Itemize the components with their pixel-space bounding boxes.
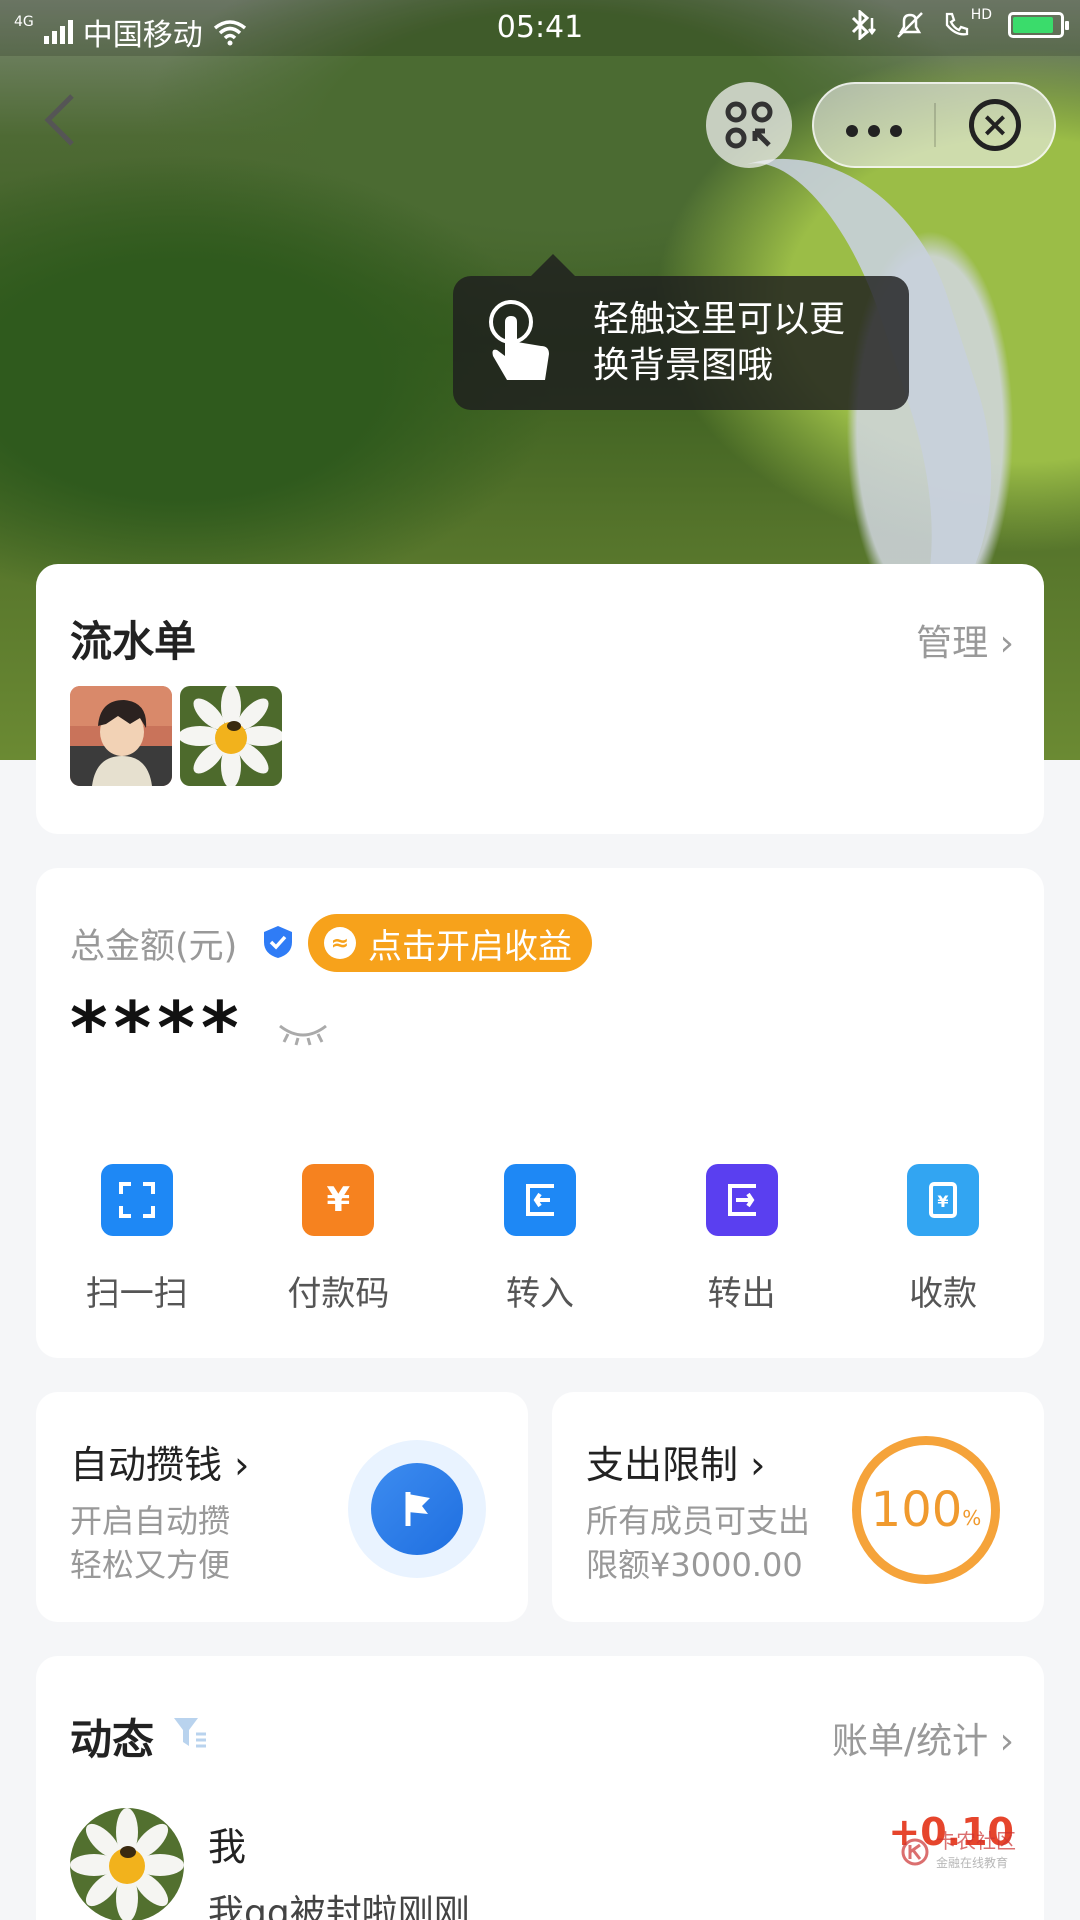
activity-title: 动态 (70, 1715, 155, 1764)
watermark: 卡农社区 金融在线教育 (900, 1830, 1016, 1874)
action-label: 转入 (505, 1274, 574, 1314)
masked-balance: **** (70, 986, 245, 1070)
limit-percent-value: 100 (870, 1482, 963, 1538)
auto-save-card[interactable]: 自动攒钱 › 开启自动攒 轻松又方便 (36, 1392, 528, 1622)
scan-icon (100, 1164, 173, 1236)
more-button[interactable] (814, 102, 934, 148)
action-transfer-out[interactable]: 转出 (641, 1164, 843, 1315)
spend-limit-card[interactable]: 支出限制 › 所有成员可支出 限额¥3000.00 100% (552, 1392, 1044, 1622)
transfer-in-icon (503, 1164, 576, 1236)
flow-card: 流水单 管理 › (36, 564, 1044, 834)
enable-earnings-button[interactable]: ≈ 点击开启收益 (308, 914, 592, 972)
tap-hand-icon (489, 300, 549, 380)
action-pay-code[interactable]: ¥ 付款码 (238, 1164, 440, 1315)
status-bar: 4G 中国移动 05:41 HD (0, 0, 1080, 56)
transfer-out-icon (705, 1164, 778, 1236)
action-label: 付款码 (287, 1274, 390, 1314)
hd-call-icon (945, 12, 968, 36)
mini-program-capsule: × (812, 82, 1056, 168)
close-circle-icon: × (968, 99, 1021, 151)
spend-limit-desc-2: 限额¥3000.00 (586, 1546, 803, 1584)
spend-limit-desc-1: 所有成员可支出 (586, 1502, 811, 1540)
auto-save-title: 自动攒钱 › (70, 1443, 250, 1487)
flow-title: 流水单 (70, 617, 197, 666)
manage-link[interactable]: 管理 › (916, 614, 1014, 666)
shield-check-icon (264, 926, 292, 958)
filter-icon[interactable] (172, 1714, 208, 1750)
chevron-left-icon (44, 94, 74, 146)
member-avatar-daisy[interactable] (180, 686, 282, 786)
enable-earnings-label: 点击开启收益 (368, 926, 572, 967)
action-label: 收款 (909, 1274, 978, 1314)
limit-percent-ring: 100% (852, 1436, 1000, 1584)
auto-save-desc-2: 轻松又方便 (70, 1546, 231, 1584)
activity-card: 动态 账单/统计 › 我 我qq被封啦刚刚 +0.10 (36, 1656, 1044, 1920)
bluetooth-icon (851, 10, 876, 40)
watermark-title: 卡农社区 (936, 1829, 1016, 1853)
coin-icon: ≈ (324, 927, 356, 959)
action-scan[interactable]: 扫一扫 (36, 1164, 238, 1315)
member-avatar-boy[interactable] (70, 686, 172, 786)
receive-icon: ¥ (907, 1164, 980, 1236)
flag-icon (348, 1440, 486, 1578)
svg-text:¥: ¥ (938, 1192, 949, 1211)
mute-bell-icon (896, 12, 923, 38)
activity-member-name: 我 (208, 1825, 247, 1869)
activity-avatar[interactable] (70, 1808, 184, 1920)
tooltip-text: 轻触这里可以更换背景图哦 (593, 299, 846, 386)
more-dots-icon (846, 125, 902, 137)
qr-scan-icon (725, 101, 773, 149)
back-button[interactable] (40, 90, 90, 160)
auto-save-desc-1: 开启自动攒 (70, 1502, 231, 1540)
hd-label: HD (970, 7, 992, 23)
yuan-card-icon: ¥ (302, 1164, 375, 1236)
action-label: 转出 (707, 1274, 776, 1314)
watermark-logo-icon (901, 1838, 929, 1866)
spend-limit-title: 支出限制 › (586, 1443, 766, 1487)
action-receive[interactable]: ¥ 收款 (842, 1164, 1044, 1315)
percent-sign: % (962, 1506, 982, 1530)
total-amount-label: 总金额(元) (70, 927, 238, 967)
scan-button[interactable] (706, 82, 792, 168)
quick-actions: 扫一扫 ¥ 付款码 转入 转出 ¥ 收款 (36, 1164, 1044, 1315)
eye-closed-icon[interactable] (276, 1018, 330, 1046)
action-transfer-in[interactable]: 转入 (439, 1164, 641, 1315)
change-background-tooltip[interactable]: 轻触这里可以更换背景图哦 (453, 254, 909, 410)
watermark-subtitle: 金融在线教育 (936, 1856, 1009, 1870)
activity-memo: 我qq被封啦刚刚 (208, 1893, 470, 1920)
balance-card: 总金额(元) ≈ 点击开启收益 **** 扫一扫 ¥ 付款码 转入 转出 ¥ 收… (36, 868, 1044, 1358)
battery-icon (1008, 12, 1069, 38)
close-button[interactable]: × (936, 99, 1054, 151)
bill-stats-link[interactable]: 账单/统计 › (832, 1712, 1014, 1764)
action-label: 扫一扫 (85, 1274, 188, 1314)
watermark-text: 卡农社区 金融在线教育 (936, 1830, 1016, 1874)
